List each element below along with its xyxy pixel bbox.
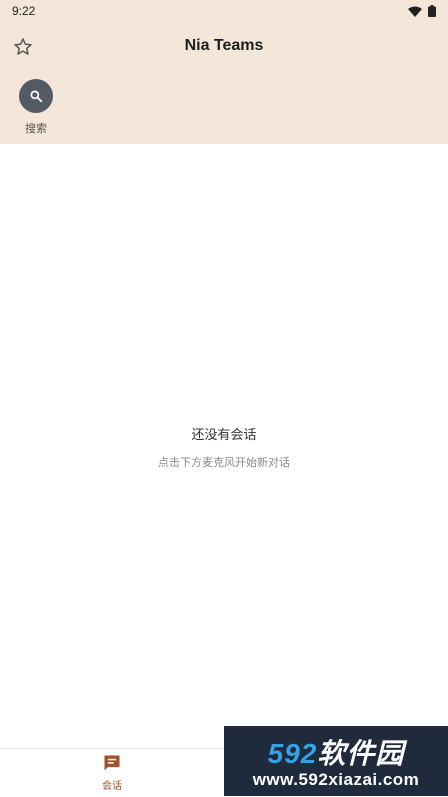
chat-icon [104, 755, 120, 771]
watermark-brand: 592软件园 [224, 732, 448, 772]
nav-label-conversations: 会话 [102, 781, 122, 792]
empty-state-title: 还没有会话 [191, 427, 257, 442]
wifi-icon [408, 6, 422, 17]
status-bar: 9:22 [0, 0, 448, 22]
empty-state-subtitle: 点击下方麦克风开始新对话 [158, 457, 290, 469]
watermark-brand-text: 软件园 [317, 738, 405, 769]
empty-state: 还没有会话 点击下方麦克风开始新对话 [0, 424, 448, 470]
watermark-brand-number: 592 [267, 738, 318, 769]
app-header: 9:22 Nia Teams 搜索 [0, 0, 448, 144]
search-label: 搜索 [25, 123, 47, 135]
app-title: Nia Teams [184, 37, 264, 54]
search-icon [30, 90, 43, 103]
search-shortcut[interactable]: 搜索 [16, 79, 56, 136]
status-icons [408, 5, 436, 17]
top-bar: Nia Teams [0, 28, 448, 64]
search-button[interactable] [19, 79, 53, 113]
watermark-logo: 592软件园 www.592xiazai.com [224, 726, 448, 796]
nav-item-conversations[interactable]: 会话 [92, 753, 132, 792]
status-time: 9:22 [12, 4, 36, 18]
battery-icon [428, 5, 436, 17]
watermark-url: www.592xiazai.com [252, 770, 420, 789]
